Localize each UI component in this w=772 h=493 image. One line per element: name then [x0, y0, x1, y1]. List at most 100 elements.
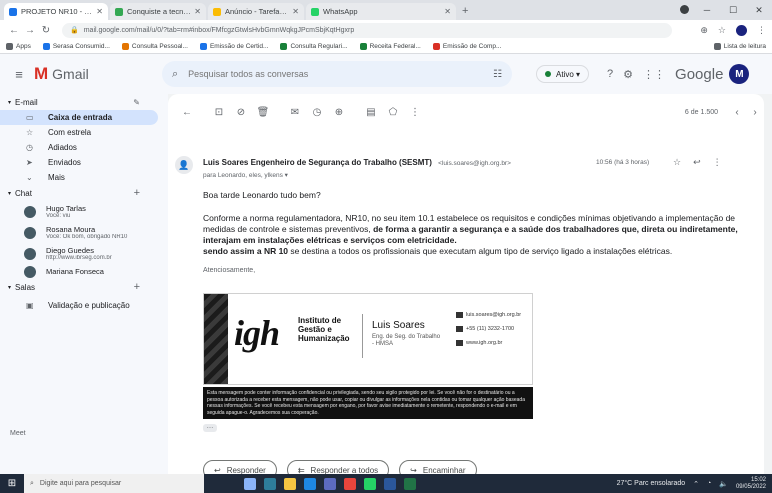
close-tab-icon[interactable]: ✕	[96, 7, 103, 16]
weather-widget[interactable]: 27°C Parc ensolarado	[617, 480, 686, 487]
profile-icon[interactable]	[680, 5, 689, 14]
close-tab-icon[interactable]: ✕	[444, 7, 451, 16]
new-space-plus-icon[interactable]: +	[134, 281, 140, 293]
space-item[interactable]: ▣ Validação e publicação	[0, 295, 158, 315]
windows-taskbar: ⊞ ⌕ Digite aqui para pesquisar 27°C Parc…	[0, 474, 772, 493]
bookmark-item[interactable]: Emissão de Comp...	[432, 43, 501, 50]
add-task-icon[interactable]: ⊕	[328, 107, 350, 118]
excel-icon[interactable]	[404, 477, 416, 490]
more-options-icon[interactable]: ⋮	[404, 107, 426, 118]
chat-item[interactable]: Mariana Fonseca	[0, 264, 168, 279]
forward-arrow-icon[interactable]: →	[22, 25, 38, 36]
main-menu-icon[interactable]: ≡	[4, 67, 34, 82]
bookmark-apps[interactable]: Apps	[6, 43, 31, 50]
edge-icon[interactable]	[264, 477, 276, 490]
bookmark-item[interactable]: Emissão de Certid...	[199, 43, 268, 50]
sidebar-item-starred[interactable]: ☆ Com estrela	[0, 125, 158, 140]
reading-list[interactable]: Lista de leitura	[713, 43, 766, 50]
zoom-icon[interactable]: ⊕	[700, 25, 708, 36]
task-view-icon[interactable]	[244, 477, 256, 490]
new-chat-plus-icon[interactable]: +	[134, 187, 140, 199]
back-arrow-icon[interactable]: ←	[176, 107, 198, 118]
chat-item[interactable]: Hugo Tarlas Você: viu	[0, 201, 168, 222]
taskbar-search[interactable]: ⌕ Digite aqui para pesquisar	[24, 474, 204, 493]
spaces-section-header[interactable]: ▾ Salas +	[0, 279, 168, 295]
browser-menu-icon[interactable]: ⋮	[757, 25, 766, 36]
chat-item[interactable]: Rosana Moura Você: Ok bom, obrigado NR10	[0, 222, 168, 243]
sidebar-item-more[interactable]: ⌄ Mais	[0, 170, 158, 185]
search-input[interactable]	[188, 69, 494, 79]
archive-icon[interactable]: ⊡	[208, 107, 230, 118]
newer-chevron-icon[interactable]: ‹	[728, 107, 746, 118]
mail-section-header[interactable]: ▾ E-mail ✎	[0, 94, 168, 110]
star-icon[interactable]: ☆	[673, 157, 681, 168]
trash-icon[interactable]: 🗑	[252, 107, 274, 118]
gear-icon[interactable]: ⚙	[623, 68, 633, 81]
url-bar[interactable]: 🔒 mail.google.com/mail/u/0/?tab=rm#inbox…	[62, 22, 672, 38]
search-icon: ⌕	[30, 479, 34, 487]
sidebar-item-inbox[interactable]: ▭ Caixa de entrada	[0, 110, 158, 125]
snooze-icon[interactable]: ◷	[306, 107, 328, 118]
help-icon[interactable]: ?	[607, 68, 613, 80]
gmail-logo[interactable]: M Gmail	[34, 64, 162, 84]
browser-tab-1[interactable]: Conquiste a tecnica e s... ✕	[110, 3, 206, 20]
mail-app-icon[interactable]	[304, 477, 316, 490]
windows-start-icon[interactable]: ⊞	[0, 478, 24, 489]
store-icon[interactable]	[324, 477, 336, 490]
minimize-icon[interactable]: ─	[694, 5, 720, 15]
browser-tab-2[interactable]: Anúncio - Tarefas Google ✕	[208, 3, 304, 20]
close-tab-icon[interactable]: ✕	[194, 7, 201, 16]
move-to-icon[interactable]: ▤	[360, 107, 382, 118]
browser-tab-3[interactable]: WhatsApp ✕	[306, 3, 456, 20]
more-options-icon[interactable]: ⋮	[713, 157, 722, 168]
bookmark-item[interactable]: Serasa Consumid...	[42, 43, 110, 50]
sender-name[interactable]: Luis Soares Engenheiro de Segurança do T…	[203, 158, 511, 167]
taskbar-clock[interactable]: 15:02 09/05/2022	[736, 477, 766, 491]
mark-unread-icon[interactable]: ✉	[284, 107, 306, 118]
close-window-icon[interactable]: ✕	[746, 5, 772, 16]
volume-icon[interactable]: 🔈	[719, 480, 728, 488]
back-arrow-icon[interactable]: ←	[6, 25, 22, 36]
account-avatar[interactable]: M	[729, 64, 750, 84]
browser-profile-icon[interactable]	[736, 24, 747, 36]
reading-list-icon	[713, 43, 721, 50]
sidebar-item-sent[interactable]: ➤ Enviados	[0, 155, 158, 170]
sidebar-item-snoozed[interactable]: ◷ Adiados	[0, 140, 158, 155]
show-trimmed-content-button[interactable]: …	[203, 423, 217, 432]
older-chevron-icon[interactable]: ›	[746, 107, 764, 118]
search-filter-icon[interactable]: ☷	[493, 69, 502, 80]
bookmark-item[interactable]: Receita Federal...	[359, 43, 421, 50]
file-explorer-icon[interactable]	[284, 477, 296, 490]
maximize-icon[interactable]: ☐	[720, 5, 746, 16]
reply-button[interactable]: ↩ Responder	[203, 460, 277, 474]
browser-tab-0[interactable]: PROJETO NR10 - MAIO ✕	[4, 3, 108, 20]
meet-link[interactable]: Meet	[10, 430, 26, 437]
chat-section-header[interactable]: ▾ Chat +	[0, 185, 168, 201]
whatsapp-app-icon[interactable]	[364, 477, 376, 490]
chat-item[interactable]: Diego Guedes http://www.ibrseg.com.br	[0, 243, 168, 264]
apps-grid-icon	[6, 43, 13, 50]
forward-button[interactable]: ↪ Encaminhar	[399, 460, 477, 474]
bookmark-item[interactable]: Consulta Pessoal...	[121, 43, 188, 50]
word-icon[interactable]	[384, 477, 396, 490]
send-icon: ➤	[26, 158, 33, 167]
search-icon[interactable]: ⌕	[172, 68, 178, 81]
sender-avatar-icon: 👤	[175, 156, 193, 174]
close-tab-icon[interactable]: ✕	[292, 7, 299, 16]
reload-icon[interactable]: ↻	[38, 25, 54, 36]
bookmark-item[interactable]: Consulta Regulari...	[280, 43, 348, 50]
reply-icon[interactable]: ↩	[693, 157, 701, 168]
new-tab-button[interactable]: +	[462, 5, 468, 17]
recipients-line[interactable]: para Leonardo, eles, ylkens ▾	[203, 171, 288, 179]
label-icon[interactable]: ⬠	[382, 107, 404, 118]
reply-all-button[interactable]: ⇇ Responder a todos	[286, 460, 390, 474]
bookmark-star-icon[interactable]: ☆	[718, 25, 726, 36]
chrome-icon[interactable]	[344, 477, 356, 490]
tray-chevron-icon[interactable]: ⌃	[693, 480, 699, 488]
apps-grid-icon[interactable]: ⋮⋮	[643, 68, 665, 81]
network-icon[interactable]: ◔	[707, 480, 711, 487]
compose-pencil-icon[interactable]: ✎	[133, 98, 140, 107]
google-logo[interactable]: Google	[675, 66, 723, 83]
status-dropdown[interactable]: Ativo ▾	[536, 65, 590, 83]
report-spam-icon[interactable]: ⊘	[230, 107, 252, 118]
